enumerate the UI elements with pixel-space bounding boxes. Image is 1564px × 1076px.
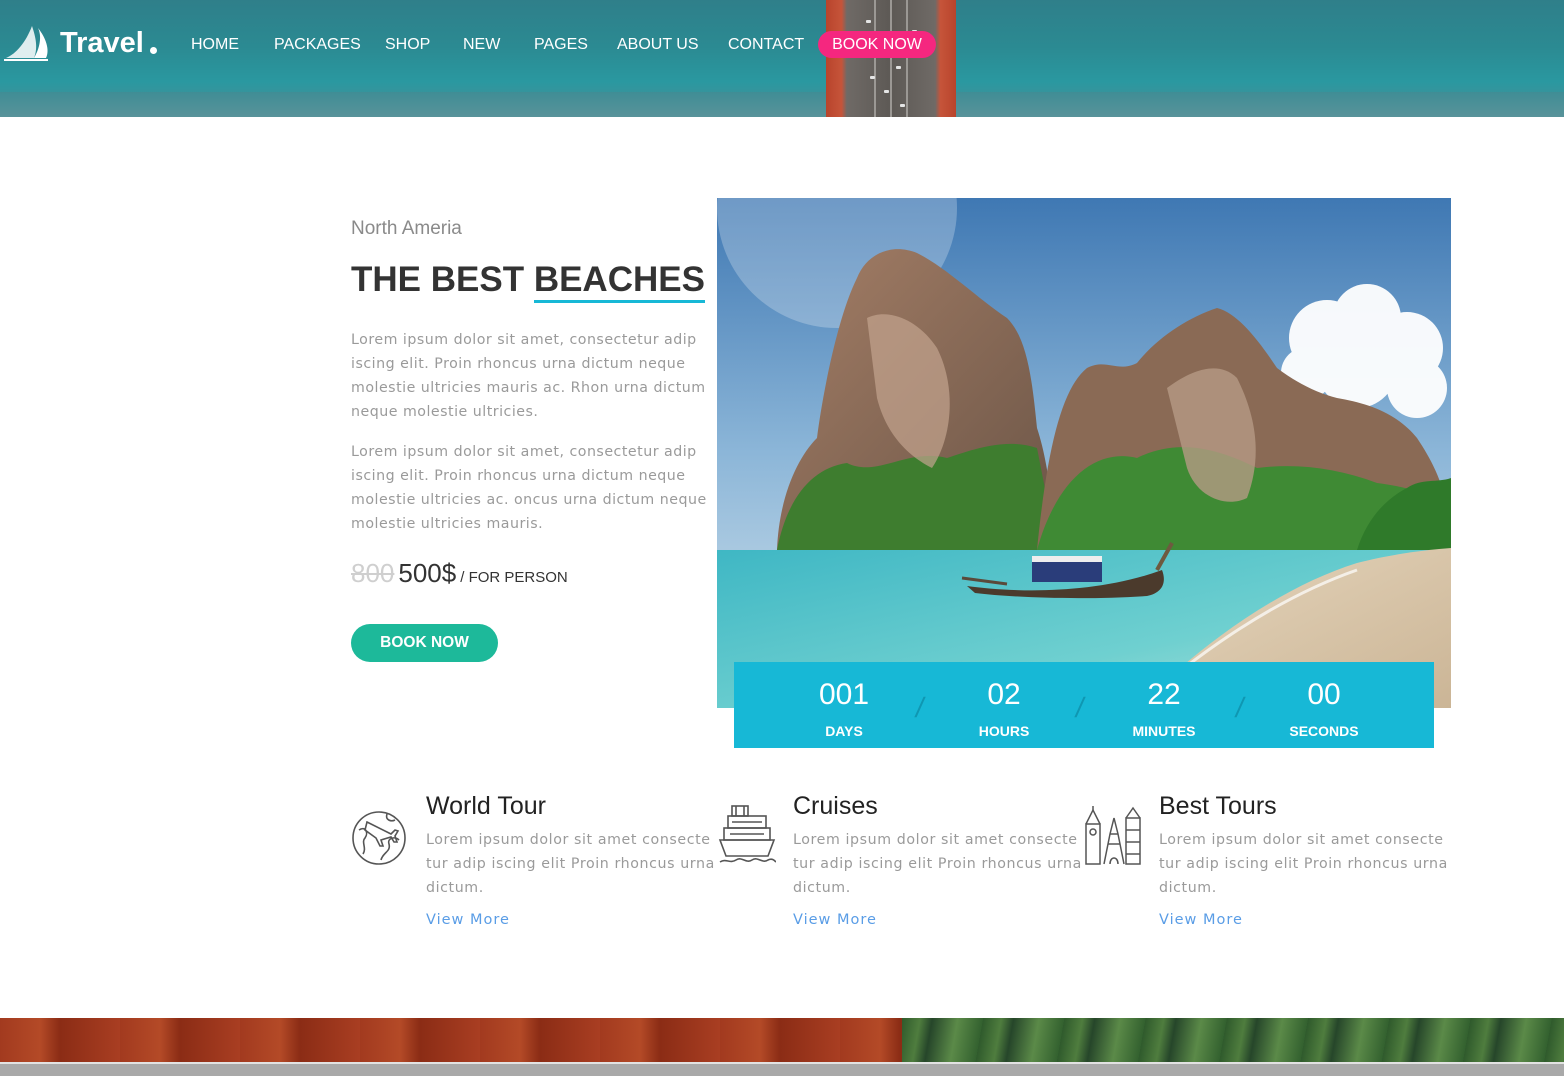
price-unit: / FOR PERSON — [460, 569, 568, 586]
site-logo[interactable]: Travel — [4, 24, 157, 62]
gallery-photo-bamboo — [902, 1018, 1564, 1062]
cruise-ship-icon — [718, 805, 776, 863]
brand-name: Travel — [60, 26, 144, 59]
beach-illustration — [717, 198, 1451, 708]
countdown-label: DAYS — [825, 723, 863, 739]
hero-title-highlight: BEACHES — [533, 260, 705, 303]
hero-book-now-button[interactable]: BOOK NOW — [351, 624, 498, 662]
sailboat-logo-icon — [4, 26, 48, 61]
feature-best-tours: Best Tours Lorem ipsum dolor sit amet co… — [1084, 792, 1447, 942]
feature-title: World Tour — [426, 792, 546, 820]
countdown-value: 001 — [818, 678, 870, 711]
hero-subtitle: North Ameria — [351, 218, 462, 239]
nav-shop[interactable]: SHOP — [385, 30, 430, 60]
countdown-value: 00 — [1307, 678, 1341, 711]
countdown-label: HOURS — [978, 723, 1030, 739]
bottom-bar — [0, 1062, 1564, 1076]
feature-cruises: Cruises Lorem ipsum dolor sit amet conse… — [718, 792, 1081, 942]
price-row: 800 500$ / FOR PERSON — [351, 558, 568, 589]
price-old: 800 — [351, 558, 395, 588]
view-more-link[interactable]: View More — [1159, 912, 1243, 928]
feature-title: Cruises — [793, 792, 878, 820]
countdown-separator: / — [913, 692, 927, 723]
nav-book-now-button[interactable]: BOOK NOW — [818, 31, 936, 58]
countdown-days: 001 DAYS — [784, 662, 904, 739]
feature-world-tour: World Tour Lorem ipsum dolor sit amet co… — [351, 792, 714, 942]
feature-title: Best Tours — [1159, 792, 1277, 820]
hero-title-prefix: THE BEST — [351, 260, 525, 299]
hero-paragraph-2: Lorem ipsum dolor sit amet, consectetur … — [351, 444, 707, 532]
feature-text: Lorem ipsum dolor sit amet consectetur a… — [426, 832, 715, 896]
countdown-label: SECONDS — [1289, 723, 1359, 739]
landmarks-icon — [1085, 806, 1141, 865]
nav-pages[interactable]: PAGES — [534, 30, 588, 60]
nav-about-us[interactable]: ABOUT US — [617, 30, 699, 60]
bridge-photo — [826, 0, 956, 117]
price-new: 500$ — [398, 558, 457, 588]
countdown-separator: / — [1233, 692, 1247, 723]
feature-text: Lorem ipsum dolor sit amet consectetur a… — [1159, 832, 1448, 896]
hero-paragraph-1: Lorem ipsum dolor sit amet, consectetur … — [351, 332, 706, 420]
view-more-link[interactable]: View More — [793, 912, 877, 928]
site-header: Travel HOME PACKAGES SHOP NEW PAGES ABOU… — [0, 0, 1564, 117]
countdown-value: 02 — [987, 678, 1021, 711]
nav-new[interactable]: NEW — [463, 30, 500, 60]
view-more-link[interactable]: View More — [426, 912, 510, 928]
countdown-seconds: 00 SECONDS — [1264, 662, 1384, 739]
globe-plane-icon — [352, 811, 406, 865]
gallery-photo-gates — [0, 1018, 902, 1062]
countdown-label: MINUTES — [1132, 723, 1196, 739]
hero-title: THE BEST BEACHES — [351, 260, 705, 303]
brand-dot — [149, 46, 157, 54]
countdown-value: 22 — [1147, 678, 1181, 711]
countdown-hours: 02 HOURS — [944, 662, 1064, 739]
header-sea-band — [0, 92, 1564, 117]
countdown-timer: 001 DAYS / 02 HOURS / 22 MINUTES / 00 SE… — [734, 662, 1434, 748]
countdown-minutes: 22 MINUTES — [1104, 662, 1224, 739]
feature-text: Lorem ipsum dolor sit amet consectetur a… — [793, 832, 1082, 896]
nav-packages[interactable]: PACKAGES — [274, 30, 361, 60]
nav-home[interactable]: HOME — [191, 30, 239, 60]
nav-contact[interactable]: CONTACT — [728, 30, 804, 60]
beach-photo — [717, 198, 1451, 708]
countdown-separator: / — [1073, 692, 1087, 723]
